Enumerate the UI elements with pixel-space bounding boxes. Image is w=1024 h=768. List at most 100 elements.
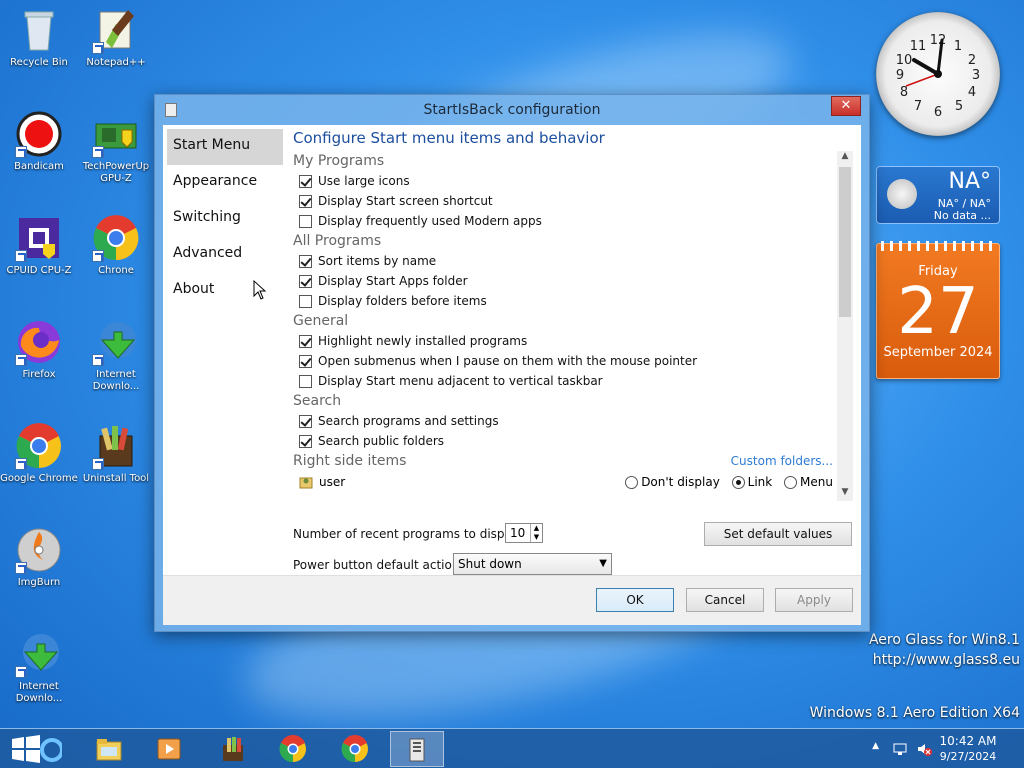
- taskbar-startisback[interactable]: [390, 731, 444, 767]
- scroll-thumb[interactable]: [839, 167, 851, 317]
- option-sort-by-name[interactable]: Sort items by name: [293, 251, 833, 271]
- option-search-programs-settings[interactable]: Search programs and settings: [293, 411, 833, 431]
- desktop-icon-label: Firefox: [22, 369, 56, 380]
- custom-folders-link[interactable]: Custom folders...: [731, 451, 833, 471]
- close-button[interactable]: ✕: [831, 96, 861, 116]
- radio-link[interactable]: [731, 476, 745, 489]
- checkbox[interactable]: [299, 254, 312, 268]
- calendar-gadget[interactable]: Friday 27 September 2024: [876, 241, 1000, 379]
- volume-muted-icon[interactable]: [916, 741, 932, 757]
- cancel-button[interactable]: Cancel: [686, 588, 764, 612]
- taskbar-chrome-2[interactable]: [328, 731, 382, 767]
- recent-programs-stepper[interactable]: 10 ▲ ▼: [505, 523, 543, 543]
- checkbox[interactable]: [299, 274, 312, 288]
- desktop-icon-recycle-bin[interactable]: Recycle Bin: [0, 6, 78, 69]
- nav-item-start-menu[interactable]: Start Menu: [167, 129, 283, 165]
- taskbar-chrome[interactable]: [266, 731, 320, 767]
- nav-item-switching[interactable]: Switching: [167, 201, 283, 237]
- desktop-icon-label: ImgBurn: [17, 577, 61, 588]
- radio-label: Link: [747, 475, 773, 489]
- set-default-values-button[interactable]: Set default values: [704, 522, 852, 546]
- startisback-config-window: StartIsBack configuration ✕ Start Menu A…: [154, 94, 870, 632]
- chevron-down-icon: ▼: [599, 558, 607, 569]
- taskbar-uninstall-tool[interactable]: [206, 731, 260, 767]
- tray-date: 9/27/2024: [939, 750, 997, 763]
- checkbox[interactable]: [299, 374, 312, 388]
- checkbox[interactable]: [299, 354, 312, 368]
- start-button[interactable]: [4, 731, 62, 767]
- desktop-icon-notepadpp[interactable]: Notepad++: [77, 6, 155, 69]
- option-use-large-icons[interactable]: Use large icons: [293, 171, 833, 191]
- scroll-down-icon[interactable]: ▼: [837, 487, 853, 501]
- option-search-public-folders[interactable]: Search public folders: [293, 431, 833, 451]
- svg-text:7: 7: [914, 99, 922, 114]
- svg-text:10: 10: [896, 53, 913, 68]
- option-frequent-modern-apps[interactable]: Display frequently used Modern apps: [293, 211, 833, 231]
- tray-clock[interactable]: 10:42 AM 9/27/2024: [938, 733, 998, 765]
- power-button-select[interactable]: Shut down ▼: [453, 553, 612, 575]
- svg-text:11: 11: [910, 39, 927, 54]
- mouse-cursor-icon: [253, 280, 267, 300]
- ok-button[interactable]: OK: [596, 588, 674, 612]
- option-folders-before-items[interactable]: Display folders before items: [293, 291, 833, 311]
- option-start-screen-shortcut[interactable]: Display Start screen shortcut: [293, 191, 833, 211]
- checkbox[interactable]: [299, 434, 312, 448]
- checkbox[interactable]: [299, 414, 312, 428]
- desktop-icon-idm-2[interactable]: Internet Downlo...: [0, 630, 78, 705]
- taskbar-file-explorer[interactable]: [82, 731, 136, 767]
- nav-item-advanced[interactable]: Advanced: [167, 237, 283, 273]
- svg-text:3: 3: [972, 68, 980, 83]
- desktop-icon-uninstall-tool[interactable]: Uninstall Tool: [77, 422, 155, 485]
- checkbox[interactable]: [299, 174, 312, 188]
- start-menu-panel: Configure Start menu items and behavior …: [293, 129, 853, 575]
- apply-button[interactable]: Apply: [775, 588, 853, 612]
- checkbox[interactable]: [299, 334, 312, 348]
- desktop-icon-cpuz[interactable]: CPUID CPU-Z: [0, 214, 78, 277]
- option-label: Search public folders: [318, 434, 445, 448]
- desktop-icon-google-chrome[interactable]: Google Chrome: [0, 422, 78, 485]
- desktop-icon-firefox[interactable]: Firefox: [0, 318, 78, 381]
- desktop-icon-bandicam[interactable]: Bandicam: [0, 110, 78, 173]
- checkbox[interactable]: [299, 294, 312, 308]
- weather-sun-icon: [887, 179, 917, 209]
- media-player-icon: [157, 738, 181, 760]
- options-scrollbar[interactable]: ▲ ▼: [837, 151, 853, 501]
- desktop-icon-imgburn[interactable]: ImgBurn: [0, 526, 78, 589]
- radio-dont-display[interactable]: [625, 476, 639, 489]
- show-hidden-icons-icon[interactable]: ▲: [872, 741, 879, 751]
- weather-gadget[interactable]: NA° NA° / NA° No data ...: [876, 166, 1000, 224]
- spin-down-icon[interactable]: ▼: [530, 533, 542, 542]
- power-button-label: Power button default action:: [293, 558, 464, 572]
- option-highlight-new-programs[interactable]: Highlight newly installed programs: [293, 331, 833, 351]
- clock-gadget[interactable]: 12 1 2 345 678 9 10 11: [876, 12, 1000, 136]
- notepadpp-icon: [92, 6, 140, 54]
- checkbox[interactable]: [299, 194, 312, 208]
- option-start-apps-folder[interactable]: Display Start Apps folder: [293, 271, 833, 291]
- desktop-icon-chrone[interactable]: Chrone: [77, 214, 155, 277]
- right-side-item-user[interactable]: user Don't display Link Menu: [293, 471, 833, 493]
- scroll-up-icon[interactable]: ▲: [837, 151, 853, 165]
- window-title: StartIsBack configuration: [423, 102, 601, 118]
- spin-up-icon[interactable]: ▲: [530, 524, 542, 533]
- recycle-bin-icon: [15, 6, 63, 54]
- title-bar[interactable]: StartIsBack configuration ✕: [155, 95, 869, 125]
- tray-time: 10:42 AM: [939, 734, 997, 748]
- radio-label: Menu: [800, 475, 833, 489]
- startisback-icon: [409, 738, 425, 762]
- taskbar: ▲ 10:42 AM 9/27/2024: [0, 728, 1024, 768]
- power-button-value: Shut down: [458, 557, 522, 571]
- option-label: Highlight newly installed programs: [318, 334, 528, 348]
- recent-programs-value: 10: [510, 526, 526, 540]
- option-open-submenus-on-hover[interactable]: Open submenus when I pause on them with …: [293, 351, 833, 371]
- chrome-icon: [92, 214, 140, 262]
- taskbar-media-player[interactable]: [142, 731, 196, 767]
- desktop-icon-gpuz[interactable]: TechPowerUp GPU-Z: [77, 110, 155, 185]
- options-scroll-area[interactable]: My Programs Use large icons Display Star…: [293, 151, 853, 521]
- network-icon[interactable]: [892, 741, 908, 757]
- radio-menu[interactable]: [784, 476, 798, 489]
- checkbox[interactable]: [299, 214, 312, 228]
- nav-item-appearance[interactable]: Appearance: [167, 165, 283, 201]
- option-adjacent-vertical-taskbar[interactable]: Display Start menu adjacent to vertical …: [293, 371, 833, 391]
- watermark-line-2: http://www.glass8.eu: [872, 652, 1020, 668]
- desktop-icon-idm[interactable]: Internet Downlo...: [77, 318, 155, 393]
